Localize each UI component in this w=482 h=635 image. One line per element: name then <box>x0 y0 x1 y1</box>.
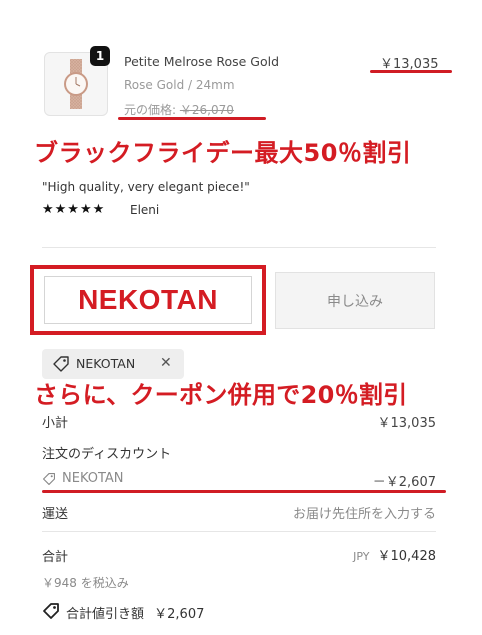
review-text: "High quality, very elegant piece!" <box>42 180 250 194</box>
total-label: 合計 <box>42 550 69 565</box>
currency-code: JPY <box>353 550 370 563</box>
discount-code-value: NEKOTAN <box>78 284 218 315</box>
price-highlight-line <box>370 70 452 73</box>
total-amount: JPY ￥10,428 <box>353 545 436 564</box>
shipping-label: 運送 <box>42 507 69 522</box>
original-price-value: ￥26,070 <box>179 103 234 117</box>
tax-note: ￥948 を税込み <box>42 576 129 590</box>
product-name: Petite Melrose Rose Gold <box>124 54 280 69</box>
total-savings: 合計値引き額 ￥2,607 <box>66 603 204 622</box>
tag-icon <box>53 356 69 372</box>
total-value: ￥10,428 <box>377 549 437 564</box>
discount-code-input[interactable]: NEKOTAN <box>44 276 252 324</box>
discount-code-name: NEKOTAN <box>62 471 124 486</box>
order-discount-label: 注文のディスカウント <box>42 447 172 462</box>
applied-code-label: NEKOTAN <box>76 356 136 371</box>
discount-code-highlight: NEKOTAN <box>30 265 266 335</box>
coupon-banner: さらに、クーポン併用で20％割引 <box>34 381 408 409</box>
savings-tag-icon <box>43 603 59 619</box>
divider <box>42 531 436 532</box>
shipping-value: お届け先住所を入力する <box>292 507 436 522</box>
tag-icon <box>43 473 55 485</box>
discount-highlight-line <box>42 490 446 493</box>
quantity-badge: 1 <box>90 46 110 66</box>
apply-button[interactable]: 申し込み <box>275 272 435 329</box>
rating-stars: ★★★★★ <box>42 202 106 217</box>
subtotal-label: 小計 <box>42 416 69 431</box>
subtotal-value: ￥13,035 <box>377 416 437 431</box>
original-price-label: 元の価格: <box>124 103 177 117</box>
total-savings-value: ￥2,607 <box>154 607 205 622</box>
discount-value: －￥2,607 <box>372 475 436 490</box>
remove-code-icon[interactable]: ✕ <box>160 355 172 371</box>
divider <box>42 247 436 248</box>
product-variant: Rose Gold / 24mm <box>124 78 235 92</box>
total-savings-label: 合計値引き額 <box>66 607 145 622</box>
reviewer-name: Eleni <box>130 203 160 217</box>
original-price: 元の価格: ￥26,070 <box>124 101 234 118</box>
black-friday-banner: ブラックフライデー最大50％割引 <box>34 139 412 167</box>
original-price-highlight-line <box>118 117 266 120</box>
